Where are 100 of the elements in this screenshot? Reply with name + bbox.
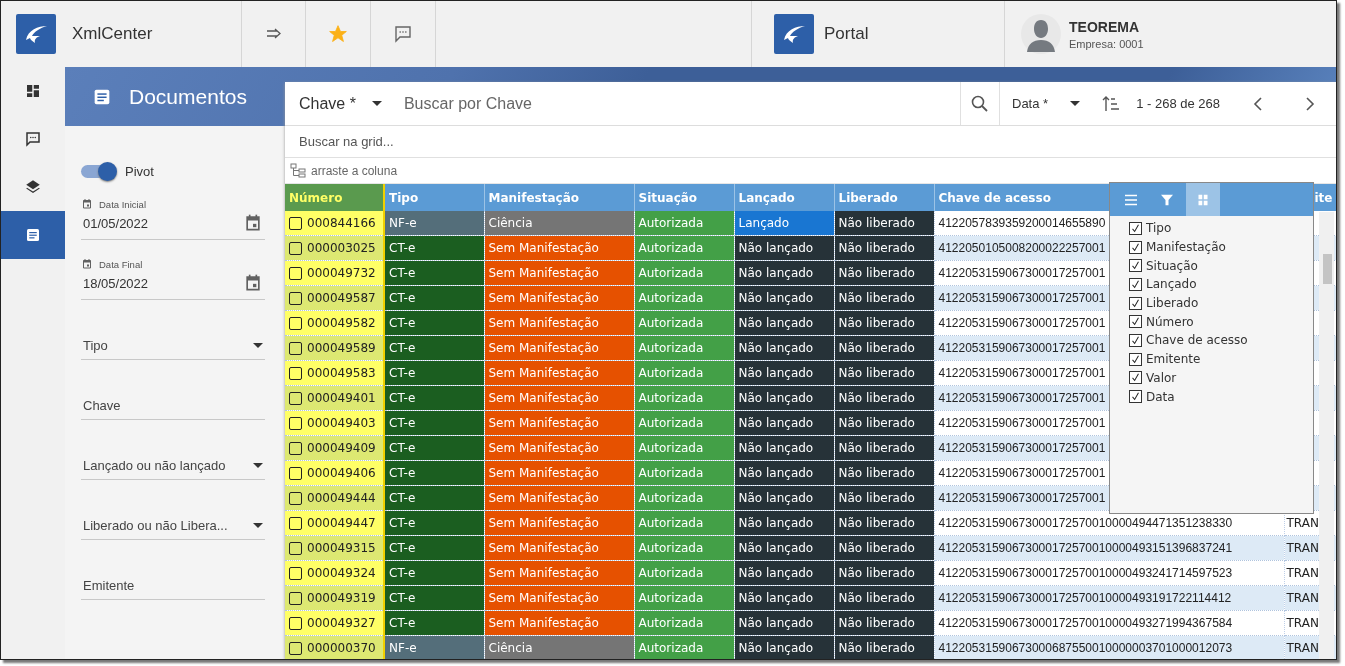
checkbox[interactable] xyxy=(289,566,302,580)
tree-icon xyxy=(289,161,307,180)
table-cell: Ciência xyxy=(484,211,634,236)
table-cell: Não lançado xyxy=(734,485,834,511)
checkbox[interactable] xyxy=(1129,371,1142,385)
table-cell: Autorizada xyxy=(634,460,734,486)
checkbox[interactable] xyxy=(1129,352,1142,366)
checkbox[interactable] xyxy=(289,541,302,555)
checkbox[interactable] xyxy=(289,366,302,380)
table-cell: Não liberado xyxy=(834,211,934,236)
caret-icon xyxy=(1070,101,1081,106)
field-dropdown[interactable]: Chave * xyxy=(285,94,394,113)
column-option[interactable]: Tipo xyxy=(1146,221,1172,236)
nav-item[interactable] xyxy=(1,211,65,259)
table-cell: Sem Manifestação xyxy=(484,310,634,336)
table-cell: Ciência xyxy=(484,635,634,659)
checkbox[interactable] xyxy=(289,616,302,630)
select-field[interactable]: Tipo xyxy=(81,338,265,360)
avatar-icon[interactable] xyxy=(1021,14,1061,54)
table-cell: Não liberado xyxy=(834,610,934,636)
checkbox[interactable] xyxy=(289,441,302,455)
table-cell: Sem Manifestação xyxy=(484,360,634,386)
table-cell: Não lançado xyxy=(734,585,834,611)
layers-icon xyxy=(24,178,42,196)
table-cell: Não liberado xyxy=(834,435,934,461)
table-cell: Não lançado xyxy=(734,310,834,336)
calendar-icon[interactable] xyxy=(243,213,263,233)
checkbox[interactable] xyxy=(1129,259,1142,273)
checkbox[interactable] xyxy=(1129,277,1142,291)
checkbox[interactable] xyxy=(289,241,302,255)
caret-icon xyxy=(253,523,263,528)
caret-icon xyxy=(371,101,382,106)
table-cell: 4122053159067300017257001 xyxy=(938,441,1106,455)
table-cell: 4122050105008200022257001 xyxy=(938,241,1106,255)
date-field[interactable]: Data Final 18/05/2022 xyxy=(81,258,265,300)
table-cell: 4122053159067300017257001 xyxy=(938,391,1106,405)
table-cell: Não liberado xyxy=(834,460,934,486)
checkbox[interactable] xyxy=(289,341,302,355)
column-option[interactable]: Data xyxy=(1146,389,1175,404)
input-field[interactable]: Chave xyxy=(81,398,265,420)
checkbox[interactable] xyxy=(1129,240,1142,254)
table-cell: Sem Manifestação xyxy=(484,535,634,561)
search-field[interactable]: Buscar por Chave xyxy=(393,83,960,124)
checkbox[interactable] xyxy=(1129,390,1142,404)
table-cell: 41220531590673000172570010000493241714597523 xyxy=(938,566,1233,580)
checkbox[interactable] xyxy=(289,316,302,330)
table-cell: CT-e xyxy=(384,610,484,636)
checkbox[interactable] xyxy=(1129,221,1142,235)
checkbox[interactable] xyxy=(289,491,302,505)
checkbox[interactable] xyxy=(1129,296,1142,310)
checkbox[interactable] xyxy=(289,516,302,530)
star-icon[interactable] xyxy=(328,24,348,44)
search-icon[interactable] xyxy=(970,93,990,114)
table-cell: Autorizada xyxy=(634,260,734,286)
sort-dropdown[interactable]: Data * xyxy=(1000,96,1097,111)
table-cell: TRAN xyxy=(1286,516,1319,530)
table-cell: Não lançado xyxy=(734,285,834,311)
checkbox[interactable] xyxy=(289,466,302,480)
checkbox[interactable] xyxy=(289,391,302,405)
table-cell: 000049447 xyxy=(307,516,376,530)
column-option[interactable]: Liberado xyxy=(1146,296,1199,311)
checkbox[interactable] xyxy=(289,641,302,655)
select-field[interactable]: Liberado ou não Libera... xyxy=(81,518,265,540)
calendar-icon[interactable] xyxy=(243,273,263,293)
column-option[interactable]: Situação xyxy=(1146,258,1198,273)
portal-title[interactable]: Portal xyxy=(824,24,869,44)
table-cell: Sem Manifestação xyxy=(484,510,634,536)
checkbox[interactable] xyxy=(1129,333,1142,347)
checkbox[interactable] xyxy=(1129,315,1142,329)
table-cell: 000049315 xyxy=(307,541,376,555)
table-cell: Autorizada xyxy=(634,535,734,561)
input-field[interactable]: Emitente xyxy=(81,578,265,600)
table-cell: 000049409 xyxy=(307,441,376,455)
column-option[interactable]: Emitente xyxy=(1146,352,1201,367)
table-cell: Não lançado xyxy=(734,535,834,561)
select-field[interactable]: Lançado ou não lançado xyxy=(81,458,265,480)
chat-icon[interactable] xyxy=(393,24,413,44)
date-field[interactable]: Data Inicial 01/05/2022 xyxy=(81,198,265,240)
table-cell: Não lançado xyxy=(734,260,834,286)
column-option[interactable]: Número xyxy=(1146,314,1194,329)
table-cell: Autorizada xyxy=(634,385,734,411)
caret-icon xyxy=(253,343,263,348)
table-cell: 000049403 xyxy=(307,416,376,430)
column-option[interactable]: Chave de acesso xyxy=(1146,333,1248,348)
checkbox[interactable] xyxy=(289,291,302,305)
table-cell: Não lançado xyxy=(734,335,834,361)
column-option[interactable]: Manifestação xyxy=(1146,240,1226,255)
checkbox[interactable] xyxy=(289,216,302,230)
table-cell: Não lançado xyxy=(734,435,834,461)
pivot-switch[interactable] xyxy=(81,162,117,180)
table-cell: TRAN xyxy=(1286,591,1319,605)
table-cell: Não liberado xyxy=(834,585,934,611)
column-option[interactable]: Lançado xyxy=(1146,277,1197,292)
company-label: Empresa: 0001 xyxy=(1069,37,1144,50)
scrollbar[interactable] xyxy=(1319,212,1334,659)
checkbox[interactable] xyxy=(289,266,302,280)
chat-icon xyxy=(24,130,42,148)
checkbox[interactable] xyxy=(289,416,302,430)
column-option[interactable]: Valor xyxy=(1146,370,1177,385)
checkbox[interactable] xyxy=(289,591,302,605)
